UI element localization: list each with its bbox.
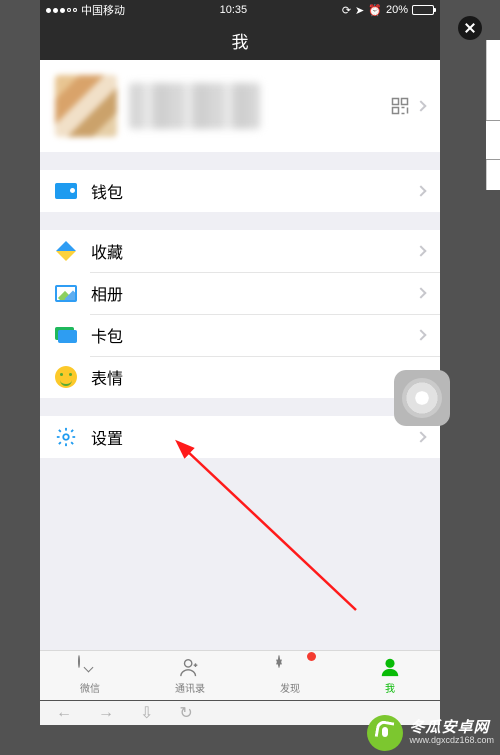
signal-dots-icon — [46, 8, 77, 13]
tab-label: 微信 — [80, 680, 100, 695]
nav-bar: 我 — [40, 20, 440, 60]
watermark: 冬瓜安卓网 www.dgxcdz168.com — [367, 715, 494, 751]
cell-label: 设置 — [91, 425, 417, 449]
album-cell[interactable]: 相册 — [40, 272, 440, 314]
watermark-brand: 冬瓜安卓网 — [409, 720, 494, 737]
profile-cell[interactable] — [40, 60, 440, 152]
chevron-right-icon — [415, 431, 426, 442]
tab-discover[interactable]: 发现 — [240, 651, 340, 700]
gear-icon — [55, 426, 77, 448]
tab-contacts[interactable]: 通讯录 — [140, 651, 240, 700]
favorites-cell[interactable]: 收藏 — [40, 230, 440, 272]
wechat-me-screen: 中国移动 10:35 ⟳ ➤ ⏰ 20% 我 钱包 — [40, 0, 440, 700]
alarm-icon: ⏰ — [368, 4, 382, 17]
page-edge — [486, 40, 500, 190]
cards-cell[interactable]: 卡包 — [40, 314, 440, 356]
status-bar: 中国移动 10:35 ⟳ ➤ ⏰ 20% — [40, 0, 440, 20]
chevron-right-icon — [415, 329, 426, 340]
cell-label: 钱包 — [91, 179, 417, 203]
wallet-icon — [55, 180, 77, 202]
assistive-touch-icon — [402, 378, 442, 418]
emoji-icon — [55, 366, 77, 388]
chat-bubble-icon — [78, 656, 102, 678]
cards-icon — [55, 324, 77, 346]
chevron-right-icon — [415, 287, 426, 298]
qr-code-icon — [391, 97, 409, 115]
stickers-cell[interactable]: 表情 — [40, 356, 440, 398]
download-icon[interactable]: ⇩ — [140, 703, 153, 723]
tab-bar: 微信 通讯录 发现 我 — [40, 650, 440, 700]
location-icon: ➤ — [355, 4, 364, 17]
clock-label: 10:35 — [220, 4, 248, 16]
tab-me[interactable]: 我 — [340, 651, 440, 700]
avatar — [55, 75, 117, 137]
battery-icon — [412, 5, 434, 15]
contacts-icon — [179, 656, 201, 678]
tab-label: 我 — [385, 680, 395, 695]
tab-chats[interactable]: 微信 — [40, 651, 140, 700]
watermark-logo-icon — [367, 715, 403, 751]
album-icon — [55, 282, 77, 304]
forward-icon[interactable]: → — [98, 704, 114, 722]
cell-label: 表情 — [91, 365, 417, 389]
back-icon[interactable]: ← — [56, 704, 72, 722]
chevron-right-icon — [415, 100, 426, 111]
profile-name-blurred — [129, 83, 260, 129]
settings-cell[interactable]: 设置 — [40, 416, 440, 458]
chevron-right-icon — [415, 245, 426, 256]
wallet-cell[interactable]: 钱包 — [40, 170, 440, 212]
lock-icon: ⟳ — [342, 4, 351, 17]
page-title: 我 — [232, 28, 249, 53]
battery-pct-label: 20% — [386, 4, 408, 16]
page-edge — [486, 120, 500, 160]
person-icon — [379, 656, 401, 678]
cell-label: 卡包 — [91, 323, 417, 347]
compass-icon — [278, 656, 302, 678]
watermark-url: www.dgxcdz168.com — [409, 736, 494, 746]
refresh-icon[interactable]: ↻ — [179, 703, 192, 723]
chevron-right-icon — [415, 185, 426, 196]
cell-label: 收藏 — [91, 239, 417, 263]
tab-label: 发现 — [280, 680, 300, 695]
assistive-touch-button[interactable] — [394, 370, 450, 426]
cell-label: 相册 — [91, 281, 417, 305]
tab-label: 通讯录 — [175, 680, 205, 695]
notification-dot — [307, 652, 316, 661]
carrier-label: 中国移动 — [81, 2, 125, 18]
favorites-icon — [55, 240, 77, 262]
close-button[interactable] — [458, 16, 482, 40]
